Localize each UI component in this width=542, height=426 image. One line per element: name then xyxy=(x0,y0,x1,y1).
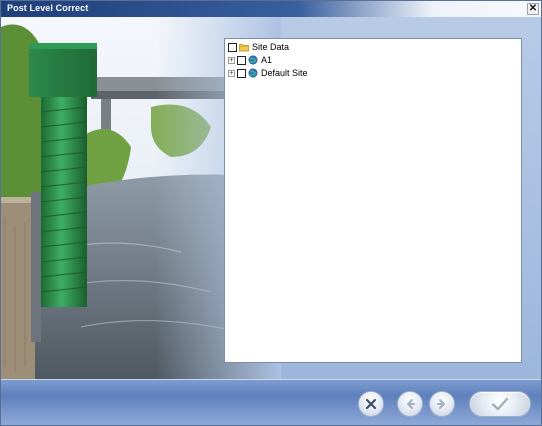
next-button[interactable] xyxy=(429,391,455,417)
x-circle-icon xyxy=(365,398,377,410)
folder-icon xyxy=(239,44,249,52)
dialog-content: Site Data + A1 + Default Site xyxy=(1,17,541,379)
site-tree-panel[interactable]: Site Data + A1 + Default Site xyxy=(224,38,522,363)
window-title: Post Level Correct xyxy=(7,3,89,13)
default-site-checkbox[interactable] xyxy=(237,68,246,78)
plus-expander-icon[interactable]: + xyxy=(228,56,235,64)
tree-item-label: Site Data xyxy=(252,42,290,52)
arrow-left-icon xyxy=(407,399,415,409)
tree-item-label: Default Site xyxy=(261,68,308,78)
tree-item-a1[interactable]: + A1 xyxy=(228,54,272,66)
dialog-window: Post Level Correct ✕ Site Data + A1 + De… xyxy=(0,0,542,426)
root-checkbox[interactable] xyxy=(228,42,237,52)
back-button[interactable] xyxy=(397,391,423,417)
wizard-footer xyxy=(1,379,541,425)
tree-item-label: A1 xyxy=(261,55,273,65)
finish-button[interactable] xyxy=(469,391,531,417)
tree-item-default-site[interactable]: + Default Site xyxy=(228,67,308,79)
globe-site-icon xyxy=(248,68,258,78)
tree-item-root[interactable]: Site Data xyxy=(228,41,289,53)
title-bar[interactable]: Post Level Correct ✕ xyxy=(1,1,541,17)
cancel-button[interactable] xyxy=(358,391,384,417)
checkmark-icon xyxy=(491,397,509,411)
close-button[interactable]: ✕ xyxy=(527,3,539,15)
close-icon: ✕ xyxy=(528,3,538,14)
globe-site-icon xyxy=(248,55,258,65)
a1-checkbox[interactable] xyxy=(237,55,246,65)
plus-expander-icon[interactable]: + xyxy=(228,69,235,77)
arrow-right-icon xyxy=(437,399,445,409)
